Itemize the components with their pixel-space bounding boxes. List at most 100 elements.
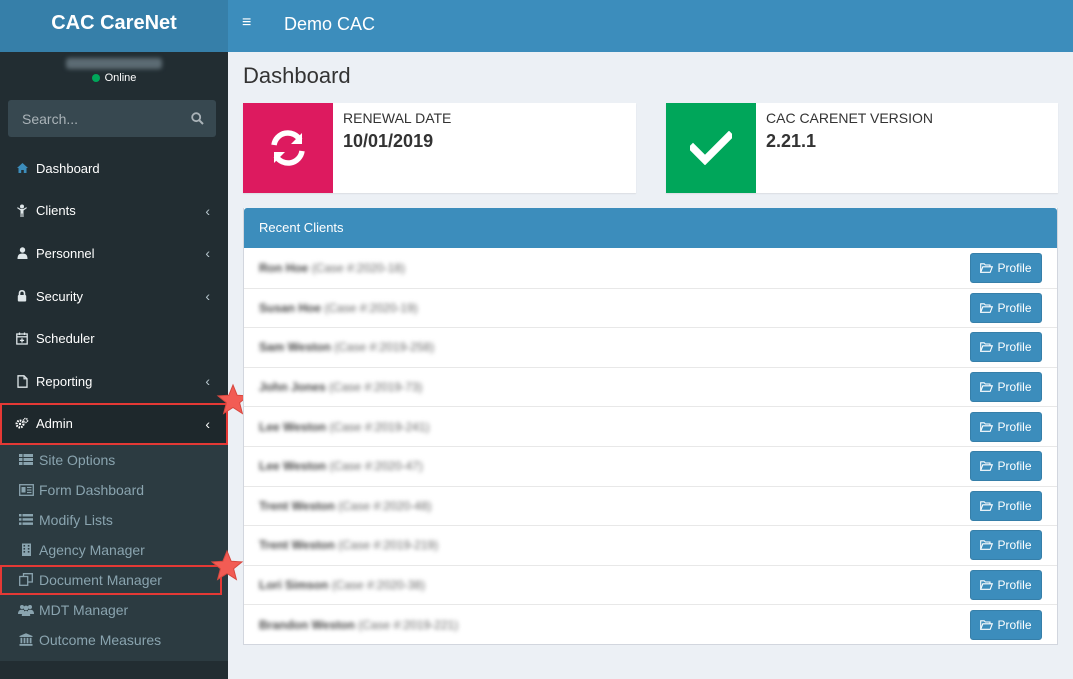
brand-logo[interactable]: CAC CareNet — [0, 0, 228, 52]
client-row: John Jones (Case #:2019-73) Profile — [244, 366, 1057, 407]
recent-clients-list: Ron Hoe (Case #:2020-18) Profile Susan Hoe… — [244, 248, 1057, 644]
profile-button[interactable]: Profile — [970, 411, 1042, 442]
client-row: Lee Weston (Case #:2019-241) Profile — [244, 406, 1057, 446]
dashboard-icon — [15, 161, 29, 175]
profile-button[interactable]: Profile — [970, 372, 1042, 403]
submenu-item-label: Agency Manager — [39, 541, 145, 558]
client-name[interactable]: Trent Weston (Case #:2019-219) — [259, 538, 438, 552]
folder-open-icon — [980, 540, 994, 551]
profile-button[interactable]: Profile — [970, 252, 1042, 283]
recent-clients-header: Recent Clients — [244, 208, 1057, 248]
client-name[interactable]: Lee Weston (Case #:2020-47) — [259, 459, 423, 473]
submenu-item-label: Document Manager — [39, 571, 162, 588]
files-icon — [18, 573, 34, 587]
admin-submenu: Site Options Form Dashboard Modify Lists… — [0, 444, 244, 661]
version-label: CAC CARENET VERSION — [766, 110, 933, 126]
profile-button-label: Profile — [997, 617, 1032, 632]
profile-button[interactable]: Profile — [970, 490, 1042, 521]
version-value: 2.21.1 — [766, 131, 817, 151]
cogs-icon — [15, 417, 29, 431]
profile-button[interactable]: Profile — [970, 292, 1042, 323]
sidebar-item-personnel[interactable]: Personnel ‹ — [0, 232, 228, 275]
sidebar-item-security[interactable]: Security ‹ — [0, 275, 228, 318]
folder-open-icon — [980, 342, 994, 353]
submenu-item-label: Site Options — [39, 451, 116, 468]
profile-button-label: Profile — [997, 300, 1032, 315]
user-panel: Online — [0, 58, 228, 96]
submenu-item-outcome-measures[interactable]: Outcome Measures — [0, 625, 228, 655]
client-name[interactable]: Susan Hoe (Case #:2020-19) — [259, 301, 418, 315]
submenu-item-form-dashboard[interactable]: Form Dashboard — [0, 475, 228, 505]
submenu-item-site-options[interactable]: Site Options — [0, 445, 228, 475]
client-name[interactable]: Trent Weston (Case #:2020-48) — [259, 499, 432, 513]
chevron-left-icon: ‹ — [205, 202, 210, 219]
version-info-box: CAC CARENET VERSION 2.21.1 — [666, 103, 1058, 193]
profile-button[interactable]: Profile — [970, 609, 1042, 640]
profile-button[interactable]: Profile — [970, 530, 1042, 561]
client-name[interactable]: Sam Weston (Case #:2019-258) — [259, 340, 434, 354]
client-row: Brandon Weston (Case #:2019-221) Profile — [244, 604, 1057, 644]
user-icon — [15, 246, 29, 260]
sidebar-item-reporting[interactable]: Reporting ‹ — [0, 360, 228, 403]
submenu-item-modify-lists[interactable]: Modify Lists — [0, 505, 228, 535]
sidebar-menu: Dashboard Clients ‹ Personnel ‹ Security… — [0, 147, 250, 661]
sidebar-item-label: Reporting — [36, 373, 93, 389]
refresh-icon — [243, 103, 333, 193]
client-row: Ron Hoe (Case #:2020-18) Profile — [244, 248, 1057, 288]
sidebar: CAC CareNet Online Dashboard Clients ‹ P… — [0, 0, 250, 679]
checkmark-icon — [666, 103, 756, 193]
profile-button-label: Profile — [997, 419, 1032, 434]
sidebar-item-label: Clients — [36, 203, 76, 219]
sidebar-item-dashboard[interactable]: Dashboard — [0, 147, 228, 190]
folder-open-icon — [980, 619, 994, 630]
profile-button-label: Profile — [997, 459, 1032, 474]
recent-clients-panel: Recent Clients Ron Hoe (Case #:2020-18) P… — [243, 208, 1058, 645]
user-status: Online — [91, 72, 137, 84]
folder-open-icon — [980, 501, 994, 511]
search-icon[interactable] — [191, 112, 204, 125]
chevron-left-icon: ‹ — [205, 373, 210, 390]
search-input[interactable] — [22, 110, 172, 127]
profile-button[interactable]: Profile — [970, 451, 1042, 482]
sidebar-item-admin[interactable]: Admin ‹ — [0, 383, 250, 445]
client-row: Trent Weston (Case #:2020-48) Profile — [244, 485, 1057, 526]
profile-button[interactable]: Profile — [970, 332, 1042, 363]
sidebar-item-label: Security — [36, 288, 83, 304]
sidebar-item-label: Dashboard — [36, 160, 100, 176]
sidebar-toggle-icon[interactable]: ≡ — [242, 14, 251, 32]
profile-button-label: Profile — [997, 538, 1032, 553]
sidebar-item-clients[interactable]: Clients ‹ — [0, 190, 228, 233]
page-title: Dashboard — [243, 63, 351, 88]
calendar-icon — [15, 332, 29, 346]
users-icon — [18, 603, 34, 617]
client-name[interactable]: Lori Simson (Case #:2020-38) — [259, 578, 425, 592]
client-name[interactable]: John Jones (Case #:2019-73) — [259, 380, 422, 394]
chevron-left-icon: ‹ — [205, 245, 210, 262]
folder-open-icon — [980, 461, 994, 472]
client-name[interactable]: Ron Hoe (Case #:2020-18) — [259, 261, 405, 275]
submenu-item-label: Form Dashboard — [39, 481, 145, 498]
submenu-item-document-manager[interactable]: Document Manager — [0, 549, 244, 595]
user-status-label: Online — [104, 72, 137, 84]
institution-icon — [18, 633, 34, 647]
online-dot-icon — [91, 74, 100, 82]
sidebar-search — [8, 100, 216, 137]
submenu-item-mdt-manager[interactable]: MDT Manager — [0, 595, 228, 625]
submenu-item-label: Modify Lists — [39, 511, 113, 528]
profile-button-label: Profile — [997, 260, 1032, 275]
client-name[interactable]: Lee Weston (Case #:2019-241) — [259, 420, 430, 434]
chevron-left-icon: ‹ — [205, 288, 210, 305]
folder-open-icon — [980, 382, 994, 392]
site-title: Demo CAC — [284, 14, 376, 34]
sidebar-item-scheduler[interactable]: Scheduler — [0, 317, 228, 360]
client-row: Trent Weston (Case #:2019-219) Profile — [244, 525, 1057, 565]
profile-button-label: Profile — [997, 498, 1032, 513]
profile-button[interactable]: Profile — [970, 570, 1042, 601]
submenu-item-agency-manager[interactable]: Agency Manager — [0, 535, 228, 565]
list-icon — [18, 513, 34, 527]
folder-open-icon — [980, 303, 994, 313]
client-name[interactable]: Brandon Weston (Case #:2019-221) — [259, 618, 458, 632]
folder-open-icon — [980, 263, 994, 273]
client-row: Lori Simson (Case #:2020-38) Profile — [244, 564, 1057, 605]
child-icon — [15, 204, 29, 218]
